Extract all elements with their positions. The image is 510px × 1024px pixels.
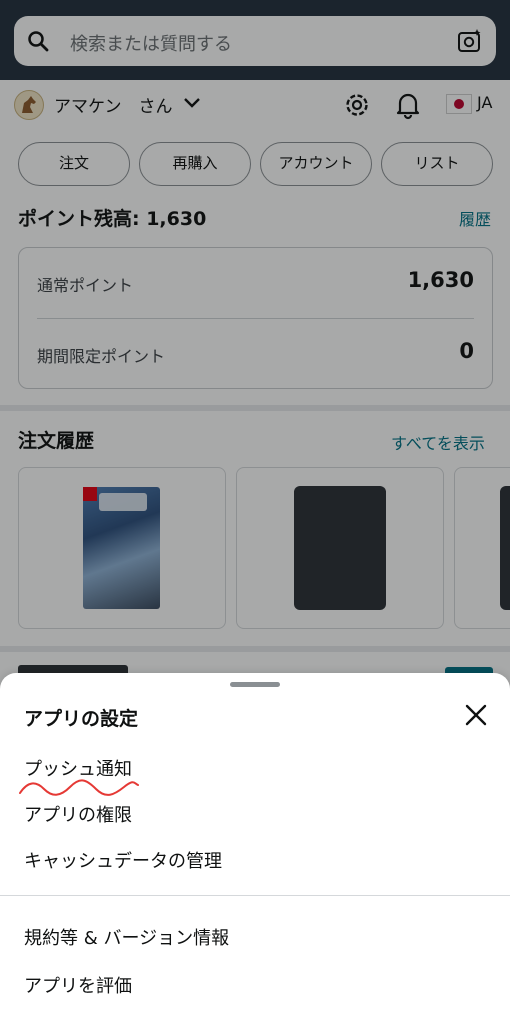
sheet-title: アプリの設定 [24,708,139,730]
terms-version-item[interactable]: 規約等 & バージョン情報 [24,924,229,950]
divider [0,895,510,896]
cache-data-item[interactable]: キャッシュデータの管理 [24,847,222,873]
app-settings-sheet: アプリの設定 プッシュ通知 アプリの権限 キャッシュデータの管理 規約等 & バ… [0,673,510,1024]
red-squiggle-annotation [19,779,139,796]
app-permissions-item[interactable]: アプリの権限 [24,801,132,827]
rate-app-item[interactable]: アプリを評価 [24,972,132,998]
drag-handle[interactable] [230,682,280,687]
close-icon[interactable] [464,703,488,727]
